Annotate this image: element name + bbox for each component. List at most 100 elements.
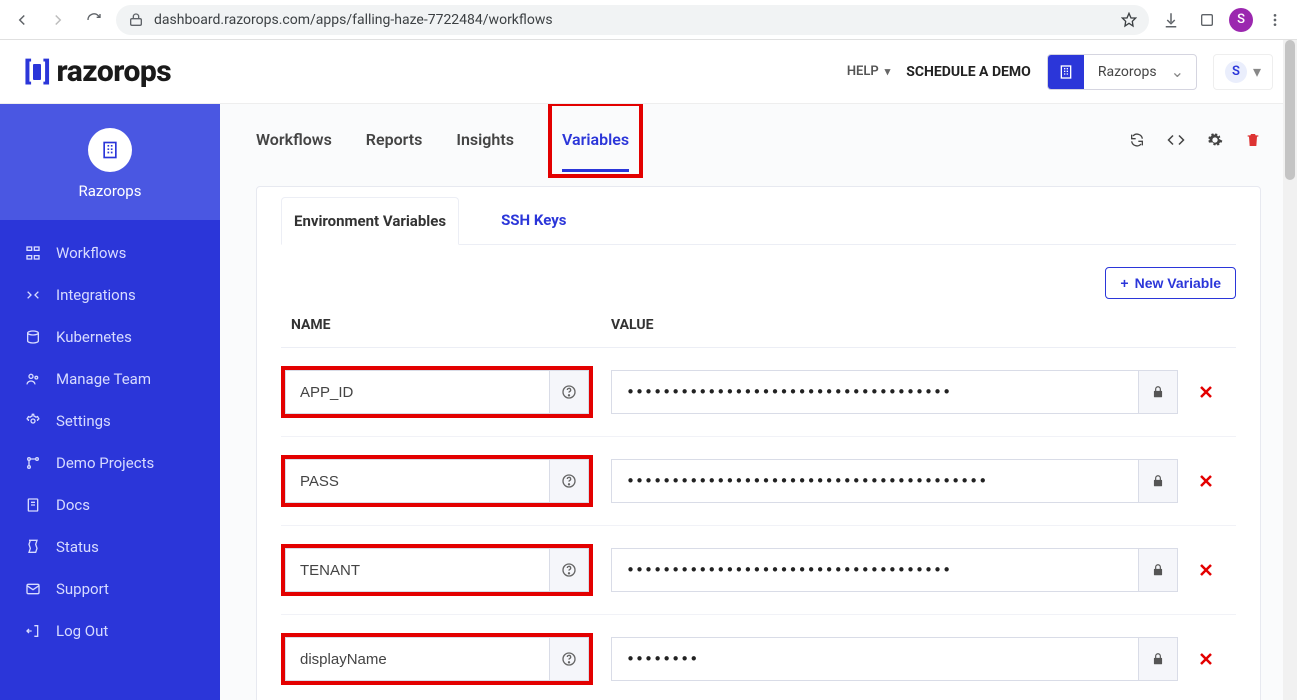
brand-mark-icon: [] [24,57,51,87]
workflows-icon [24,245,42,261]
sidebar-org-header[interactable]: Razorops [0,104,220,220]
sidebar-item-label: Manage Team [56,370,151,388]
page-scrollbar[interactable] [1283,40,1297,700]
sidebar-item-status[interactable]: Status [0,526,220,568]
branch-icon [24,455,42,471]
org-name: Razorops [1084,64,1171,80]
scrollbar-thumb[interactable] [1285,40,1295,180]
sidebar: Razorops Workflows Integrations Kubernet… [0,104,220,700]
site-info-icon[interactable] [128,12,144,28]
settings-icon [24,413,42,429]
sidebar-item-workflows[interactable]: Workflows [0,232,220,274]
sidebar-item-label: Settings [56,412,111,430]
browser-reload-button[interactable] [80,6,108,34]
tab-variables[interactable]: Variables [562,108,629,172]
logout-icon [24,623,42,639]
delete-variable-button[interactable] [1196,382,1236,402]
sidebar-item-kubernetes[interactable]: Kubernetes [0,316,220,358]
help-icon[interactable] [549,459,589,503]
brand-logo[interactable]: [] razorops [24,54,171,89]
help-icon[interactable] [549,548,589,592]
variable-value-input[interactable] [611,548,1138,592]
variable-value-cell [611,637,1178,681]
variable-value-input[interactable] [611,637,1138,681]
variable-name-input[interactable] [285,459,549,503]
variable-name-input[interactable] [285,637,549,681]
user-avatar: S [1225,61,1247,83]
variable-name-input[interactable] [285,370,549,414]
sidebar-item-support[interactable]: Support [0,568,220,610]
bookmark-star-icon[interactable] [1121,12,1137,28]
variable-value-input[interactable] [611,370,1138,414]
variable-value-cell [611,459,1178,503]
variable-row [281,615,1236,700]
code-icon[interactable] [1167,131,1185,149]
help-icon[interactable] [549,370,589,414]
sync-icon[interactable] [1129,132,1145,148]
tab-reports[interactable]: Reports [366,108,423,172]
sidebar-nav: Workflows Integrations Kubernetes Manage… [0,220,220,664]
chevron-down-icon: ⌄ [1171,62,1196,81]
sidebar-org-name: Razorops [0,182,220,200]
trash-icon[interactable] [1245,132,1261,148]
sidebar-item-manage-team[interactable]: Manage Team [0,358,220,400]
schedule-demo-link[interactable]: SCHEDULE A DEMO [906,64,1031,80]
extensions-icon[interactable] [1193,6,1221,34]
lock-icon[interactable] [1138,548,1178,592]
docs-icon [24,497,42,513]
plus-icon: + [1120,275,1128,291]
lock-icon[interactable] [1138,459,1178,503]
delete-variable-button[interactable] [1196,649,1236,669]
subtab-env-vars[interactable]: Environment Variables [281,197,459,245]
tab-insights[interactable]: Insights [456,108,514,172]
subtab-ssh-keys[interactable]: SSH Keys [489,197,578,244]
sidebar-item-docs[interactable]: Docs [0,484,220,526]
sidebar-item-label: Kubernetes [56,328,132,346]
column-header-name: NAME [281,317,611,333]
page-tabs: Workflows Reports Insights Variables [220,104,1297,176]
lock-icon[interactable] [1138,370,1178,414]
org-icon [1048,55,1084,89]
chevron-down-icon: ▾ [1253,62,1261,81]
browser-forward-button[interactable] [44,6,72,34]
new-variable-label: New Variable [1135,275,1221,291]
sidebar-item-label: Support [56,580,109,598]
sidebar-item-logout[interactable]: Log Out [0,610,220,652]
team-icon [24,371,42,387]
variable-row [281,526,1236,615]
support-icon [24,581,42,597]
browser-back-button[interactable] [8,6,36,34]
sub-tabs: Environment Variables SSH Keys [281,187,1236,245]
user-menu[interactable]: S ▾ [1213,54,1273,90]
variable-row [281,437,1236,526]
delete-variable-button[interactable] [1196,471,1236,491]
browser-url-text: dashboard.razorops.com/apps/falling-haze… [154,12,1111,28]
help-icon[interactable] [549,637,589,681]
download-icon[interactable] [1157,6,1185,34]
browser-url-bar[interactable]: dashboard.razorops.com/apps/falling-haze… [116,5,1149,35]
tab-workflows[interactable]: Workflows [256,108,332,172]
sidebar-item-integrations[interactable]: Integrations [0,274,220,316]
browser-menu-icon[interactable] [1261,6,1289,34]
integrations-icon [24,287,42,303]
gear-icon[interactable] [1207,132,1223,148]
browser-profile-avatar[interactable]: S [1229,8,1253,32]
variable-name-cell [281,633,593,685]
variable-value-cell [611,370,1178,414]
browser-toolbar: dashboard.razorops.com/apps/falling-haze… [0,0,1297,40]
lock-icon[interactable] [1138,637,1178,681]
column-header-value: VALUE [611,317,1236,333]
building-icon [88,128,132,172]
sidebar-item-demo-projects[interactable]: Demo Projects [0,442,220,484]
sidebar-item-label: Workflows [56,244,126,262]
variable-name-input[interactable] [285,548,549,592]
variable-value-input[interactable] [611,459,1138,503]
org-switcher[interactable]: Razorops ⌄ [1047,54,1197,90]
new-variable-button[interactable]: + New Variable [1105,267,1236,299]
sidebar-item-settings[interactable]: Settings [0,400,220,442]
variable-name-cell [281,455,593,507]
variable-name-cell [281,544,593,596]
help-menu[interactable]: HELP [847,64,890,79]
delete-variable-button[interactable] [1196,560,1236,580]
status-icon [24,539,42,555]
